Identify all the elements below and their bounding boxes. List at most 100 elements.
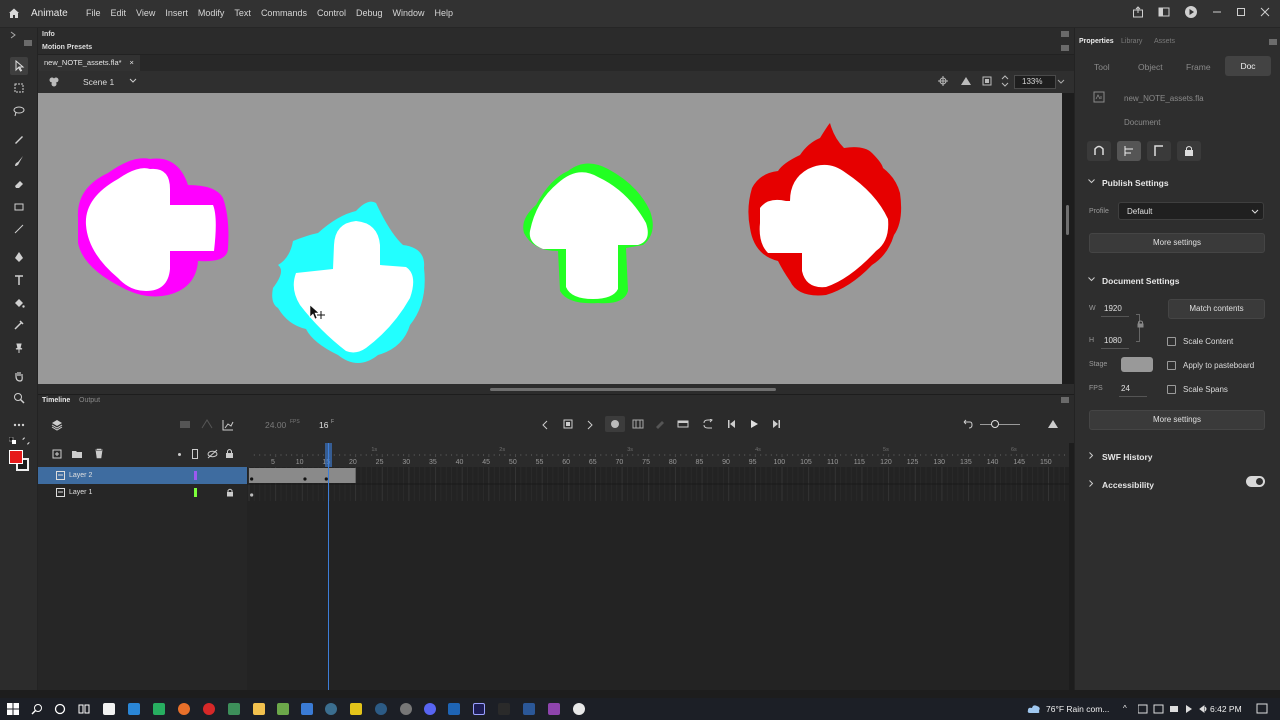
selection-tool-icon[interactable] xyxy=(10,57,28,75)
info-panel-tab[interactable]: Info xyxy=(38,28,1074,42)
menu-control[interactable]: Control xyxy=(317,8,346,18)
maximize-icon[interactable] xyxy=(1236,7,1246,17)
tray-chevron-icon[interactable]: ^ xyxy=(1123,704,1127,713)
discord-icon[interactable] xyxy=(424,703,436,715)
graph-icon[interactable] xyxy=(222,419,234,431)
height-input[interactable]: 1080 xyxy=(1104,336,1122,345)
current-frame[interactable]: 16 xyxy=(319,420,328,430)
weather-text[interactable]: 76°F Rain com... xyxy=(1046,704,1109,714)
zoom-input[interactable]: 133% xyxy=(1014,75,1056,89)
panel-menu-icon[interactable] xyxy=(1269,39,1277,45)
edit-multiple-frames-icon[interactable] xyxy=(654,419,666,429)
tab-output[interactable]: Output xyxy=(79,397,100,404)
zoom-tool-icon[interactable] xyxy=(10,389,28,407)
animate-app-icon[interactable] xyxy=(473,703,485,715)
share-icon[interactable] xyxy=(1132,6,1144,18)
layer-row[interactable]: Layer 1 xyxy=(38,484,247,501)
layer-name[interactable]: Layer 1 xyxy=(69,489,92,496)
camera-icon[interactable] xyxy=(179,419,191,429)
keyframe-dot[interactable] xyxy=(250,477,254,481)
panel-menu-icon[interactable] xyxy=(24,40,32,46)
free-transform-tool-icon[interactable] xyxy=(10,79,28,97)
clock-time[interactable]: 6:42 PM xyxy=(1210,704,1242,714)
zoom-stepper-icon[interactable] xyxy=(1001,75,1009,87)
match-contents-button[interactable]: Match contents xyxy=(1168,299,1265,319)
right-arrow-graphic[interactable] xyxy=(748,123,902,296)
firefox-icon[interactable] xyxy=(178,703,190,715)
highlight-icon[interactable] xyxy=(178,453,181,456)
tab-library[interactable]: Library xyxy=(1121,38,1142,45)
layer-2-frame-span[interactable] xyxy=(249,468,356,483)
playhead-marker[interactable] xyxy=(325,443,332,467)
windows-start-icon[interactable] xyxy=(7,703,19,715)
menu-edit[interactable]: Edit xyxy=(111,8,127,18)
mail-app-icon[interactable] xyxy=(128,703,140,715)
line-tool-icon[interactable] xyxy=(10,220,28,238)
task-view-icon[interactable] xyxy=(78,703,90,715)
tab-assets[interactable]: Assets xyxy=(1154,38,1175,45)
app-icon[interactable] xyxy=(153,703,165,715)
subtab-frame[interactable]: Frame xyxy=(1186,62,1211,72)
app-icon[interactable] xyxy=(523,703,535,715)
subtab-tool[interactable]: Tool xyxy=(1094,62,1110,72)
lock-guides-icon[interactable] xyxy=(1177,141,1201,161)
layers-icon[interactable] xyxy=(51,419,63,431)
home-icon[interactable] xyxy=(8,7,20,19)
collapse-icon[interactable] xyxy=(9,31,17,39)
chevron-down-icon[interactable] xyxy=(1088,179,1095,184)
publish-settings-header[interactable]: Publish Settings xyxy=(1102,178,1169,188)
play-icon[interactable] xyxy=(749,419,759,429)
undo-zoom-icon[interactable] xyxy=(961,419,973,429)
vertical-scrollbar[interactable] xyxy=(1066,205,1069,235)
zoom-up-icon[interactable] xyxy=(1047,419,1059,429)
timeline-zoom-slider[interactable] xyxy=(980,424,1020,425)
snap-icon[interactable] xyxy=(1087,141,1111,161)
rectangle-tool-icon[interactable] xyxy=(10,198,28,216)
menu-modify[interactable]: Modify xyxy=(198,8,225,18)
parent-view-icon[interactable] xyxy=(201,419,213,429)
new-folder-icon[interactable] xyxy=(71,449,83,459)
app-icon[interactable] xyxy=(448,703,460,715)
tab-timeline[interactable]: Timeline xyxy=(42,397,70,404)
text-tool-icon[interactable] xyxy=(10,271,28,289)
profile-select[interactable]: Default xyxy=(1118,202,1264,220)
clip-stage-icon[interactable] xyxy=(982,76,992,86)
link-lock-icon[interactable] xyxy=(1137,320,1144,328)
menu-debug[interactable]: Debug xyxy=(356,8,383,18)
scale-content-checkbox[interactable] xyxy=(1167,337,1176,346)
prev-keyframe-icon[interactable] xyxy=(541,420,549,430)
lasso-tool-icon[interactable] xyxy=(10,102,28,120)
document-more-settings-button[interactable]: More settings xyxy=(1089,410,1265,430)
apply-to-pasteboard-checkbox[interactable] xyxy=(1167,361,1176,370)
document-tab[interactable]: new_NOTE_assets.fla* × xyxy=(38,55,140,71)
document-settings-header[interactable]: Document Settings xyxy=(1102,276,1179,286)
chevron-down-icon[interactable] xyxy=(1088,277,1095,282)
opera-icon[interactable] xyxy=(203,703,215,715)
hide-icon[interactable] xyxy=(207,449,218,459)
eyedropper-tool-icon[interactable] xyxy=(10,316,28,334)
app-icon[interactable] xyxy=(228,703,240,715)
layer-color-swatch[interactable] xyxy=(194,488,197,497)
store-app-icon[interactable] xyxy=(103,703,115,715)
accessibility-toggle[interactable] xyxy=(1246,476,1265,487)
app-icon[interactable] xyxy=(350,703,362,715)
swap-colors-icon[interactable] xyxy=(22,437,30,445)
layer-lock-icon[interactable] xyxy=(226,488,234,497)
timeline-zoom-handle[interactable] xyxy=(991,420,999,428)
menu-window[interactable]: Window xyxy=(393,8,425,18)
keyframe-dot[interactable] xyxy=(303,477,307,481)
scene-icon[interactable] xyxy=(48,76,60,88)
subtab-object[interactable]: Object xyxy=(1138,62,1163,72)
eraser-tool-icon[interactable] xyxy=(10,175,28,193)
edit-symbols-icon[interactable] xyxy=(960,76,972,86)
file-explorer-icon[interactable] xyxy=(253,703,265,715)
stroke-color-swatch[interactable] xyxy=(9,450,23,464)
down-arrow-graphic[interactable] xyxy=(272,201,425,363)
menu-file[interactable]: File xyxy=(86,8,101,18)
steam-icon[interactable] xyxy=(325,703,337,715)
new-layer-icon[interactable] xyxy=(52,449,62,459)
close-tab-icon[interactable]: × xyxy=(130,58,134,68)
next-keyframe-icon[interactable] xyxy=(586,420,594,430)
lock-icon[interactable] xyxy=(225,448,234,459)
more-tools-icon[interactable] xyxy=(10,416,28,434)
